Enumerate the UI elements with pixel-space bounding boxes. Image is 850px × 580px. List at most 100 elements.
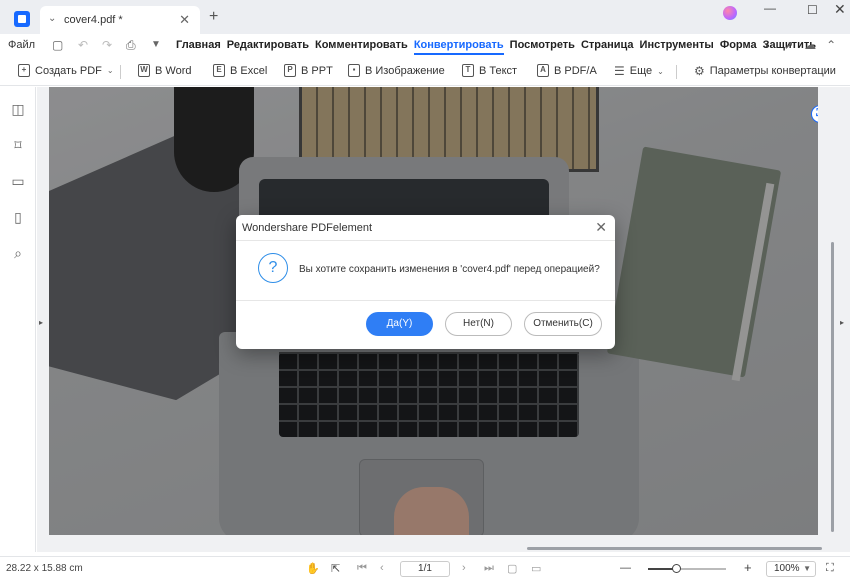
menu-bar: Файл ▢ ↶ ↷ ⎙ ▼ Главная Редактировать Ком… bbox=[0, 34, 850, 58]
title-bar: ⌄ cover4.pdf * ✕ + — ☐ ✕ bbox=[0, 0, 850, 34]
to-pdfa-label: В PDF/A bbox=[554, 64, 597, 77]
thumbnails-icon[interactable]: ◫ bbox=[10, 101, 26, 117]
new-tab-button[interactable]: + bbox=[209, 9, 218, 25]
print-icon[interactable]: ⎙ bbox=[126, 38, 136, 53]
dialog-title: Wondershare PDFelement bbox=[242, 222, 373, 234]
prev-page-icon[interactable]: ‹ bbox=[380, 562, 384, 574]
last-page-icon[interactable]: ⏭ bbox=[484, 562, 494, 575]
share-icon[interactable]: ➚ bbox=[784, 38, 794, 52]
cloud-upload-icon[interactable]: ☁ bbox=[804, 38, 816, 52]
menu-tools[interactable]: Инструменты bbox=[640, 39, 714, 55]
document-tab[interactable]: ⌄ cover4.pdf * ✕ bbox=[40, 6, 200, 34]
menu-right-icons: ➚ ☁ ⌃ bbox=[784, 38, 836, 52]
create-pdf-label: Создать PDF bbox=[35, 64, 102, 77]
zoom-dropdown-icon: ▼ bbox=[803, 564, 811, 573]
attachment-icon[interactable]: ▯ bbox=[10, 209, 26, 225]
menu-convert[interactable]: Конвертировать bbox=[413, 39, 504, 55]
status-bar: 28.22 x 15.88 cm ✋ ⇱ ⏮ ‹ 1/1 › ⏭ ▢ ▭ — +… bbox=[0, 556, 850, 580]
to-word-button[interactable]: W В Word bbox=[138, 64, 191, 77]
page-number-field[interactable]: 1/1 bbox=[400, 561, 450, 577]
expand-icon[interactable]: ⌃ bbox=[826, 38, 836, 52]
next-page-icon[interactable]: › bbox=[462, 562, 466, 574]
question-icon: ? bbox=[258, 253, 288, 283]
horizontal-scrollbar[interactable] bbox=[527, 547, 822, 550]
more-label: Еще bbox=[629, 65, 653, 77]
dialog-divider bbox=[236, 240, 615, 241]
save-icon[interactable]: ▢ bbox=[52, 38, 63, 52]
pdfelement-logo-icon bbox=[14, 11, 30, 27]
menu-more-chevron-icon[interactable]: › bbox=[764, 38, 768, 52]
dialog-divider bbox=[236, 300, 615, 301]
create-pdf-dropdown-icon: ⌄ bbox=[106, 66, 114, 75]
menu-page[interactable]: Страница bbox=[581, 39, 634, 55]
pdfa-icon: A bbox=[537, 64, 549, 77]
to-image-label: В Изображение bbox=[365, 64, 445, 77]
continuous-view-icon[interactable]: ▭ bbox=[531, 562, 541, 575]
word-icon: W bbox=[138, 64, 150, 77]
maximize-button[interactable]: ☐ bbox=[807, 3, 818, 17]
yes-button[interactable]: Да(Y) bbox=[366, 312, 433, 336]
zoom-slider[interactable] bbox=[648, 568, 726, 570]
select-tool-icon[interactable]: ⇱ bbox=[331, 562, 340, 575]
to-text-button[interactable]: T В Текст bbox=[462, 64, 517, 77]
no-button[interactable]: Нет(N) bbox=[445, 312, 512, 336]
dialog-close-button[interactable]: ✕ bbox=[595, 219, 607, 236]
zoom-in-button[interactable]: + bbox=[744, 560, 752, 575]
menu-form[interactable]: Форма bbox=[720, 39, 757, 55]
minimize-button[interactable]: — bbox=[764, 1, 776, 15]
convert-settings-button[interactable]: ⚙ Параметры конвертации bbox=[694, 64, 836, 78]
comment-icon[interactable]: ▭ bbox=[10, 173, 26, 189]
convert-toolbar: + Создать PDF ⌄ W В Word E В Excel P В P… bbox=[0, 58, 850, 86]
to-text-label: В Текст bbox=[479, 64, 518, 77]
excel-icon: E bbox=[213, 64, 225, 77]
left-sidebar: ◫ ⌑ ▭ ▯ ⌕ bbox=[0, 87, 36, 552]
expand-left-panel-icon[interactable]: ▸ bbox=[39, 318, 43, 327]
toolbar-divider bbox=[676, 65, 677, 79]
page-size-readout: 28.22 x 15.88 cm bbox=[6, 563, 83, 574]
more-dropdown-icon: ⌄ bbox=[657, 66, 664, 76]
text-icon: T bbox=[462, 64, 474, 77]
settings-icon: ⚙ bbox=[694, 64, 705, 78]
account-avatar-icon[interactable] bbox=[723, 6, 737, 20]
more-list-icon: ☰ bbox=[614, 64, 625, 78]
tab-chevron-icon[interactable]: ⌄ bbox=[48, 13, 56, 24]
menu-home[interactable]: Главная bbox=[176, 39, 221, 55]
close-window-button[interactable]: ✕ bbox=[834, 1, 846, 18]
to-excel-button[interactable]: E В Excel bbox=[213, 64, 267, 77]
save-changes-dialog: Wondershare PDFelement ✕ ? Вы хотите сох… bbox=[236, 215, 615, 349]
dialog-message: Вы хотите сохранить изменения в 'cover4.… bbox=[299, 264, 600, 275]
menu-edit[interactable]: Редактировать bbox=[227, 39, 309, 55]
to-pdfa-button[interactable]: A В PDF/A bbox=[537, 64, 597, 77]
search-icon[interactable]: ⌕ bbox=[10, 245, 26, 261]
redo-icon[interactable]: ↷ bbox=[102, 38, 112, 52]
menu-view[interactable]: Посмотреть bbox=[510, 39, 575, 55]
zoom-level-select[interactable]: 100% ▼ bbox=[766, 561, 816, 577]
bookmark-icon[interactable]: ⌑ bbox=[10, 137, 26, 153]
first-page-icon[interactable]: ⏮ bbox=[357, 562, 367, 575]
ppt-icon: P bbox=[284, 64, 296, 77]
zoom-slider-handle[interactable] bbox=[672, 564, 682, 573]
hand-tool-icon[interactable]: ✋ bbox=[306, 562, 320, 575]
quick-access-dropdown-icon[interactable]: ▼ bbox=[151, 39, 161, 50]
more-button[interactable]: ☰ Еще ⌄ bbox=[614, 64, 664, 78]
convert-settings-label: Параметры конвертации bbox=[709, 65, 836, 77]
to-ppt-label: В PPT bbox=[301, 64, 333, 77]
fullscreen-icon[interactable]: ⛶ bbox=[826, 562, 834, 575]
zoom-out-button[interactable]: — bbox=[620, 562, 631, 574]
create-pdf-button[interactable]: + Создать PDF ⌄ bbox=[18, 64, 114, 77]
create-pdf-icon: + bbox=[18, 64, 30, 77]
undo-icon[interactable]: ↶ bbox=[78, 38, 88, 52]
zoom-level-value: 100% bbox=[774, 563, 800, 574]
tab-close-button[interactable]: ✕ bbox=[179, 12, 190, 28]
cancel-button[interactable]: Отменить(C) bbox=[524, 312, 602, 336]
to-image-button[interactable]: ▪ В Изображение bbox=[348, 64, 445, 77]
to-excel-label: В Excel bbox=[230, 64, 268, 77]
tab-title: cover4.pdf * bbox=[64, 14, 123, 26]
expand-right-panel-icon[interactable]: ▸ bbox=[840, 318, 844, 327]
vertical-scrollbar[interactable] bbox=[831, 242, 834, 532]
to-ppt-button[interactable]: P В PPT bbox=[284, 64, 333, 77]
single-page-view-icon[interactable]: ▢ bbox=[507, 562, 517, 575]
menu-file[interactable]: Файл bbox=[8, 39, 35, 51]
image-icon: ▪ bbox=[348, 64, 360, 77]
menu-comment[interactable]: Комментировать bbox=[315, 39, 408, 55]
